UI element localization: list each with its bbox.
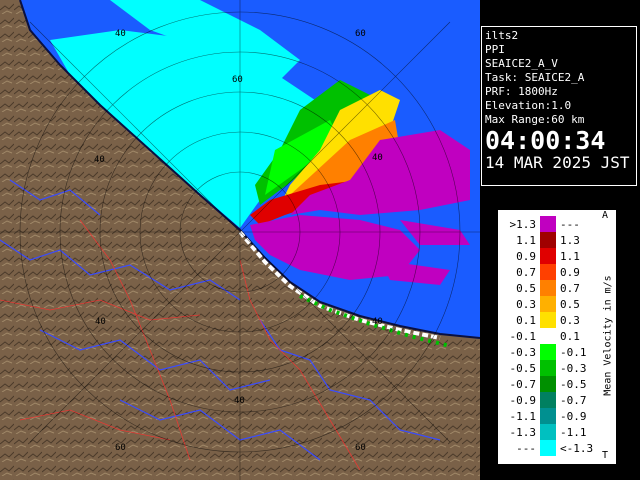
legend-row-high: -0.7 [560, 394, 587, 407]
legend-row-low: -0.5 [509, 362, 537, 375]
legend-swatch [540, 248, 556, 264]
legend-row-low: -0.9 [509, 394, 537, 407]
ring-label: 40 [94, 155, 105, 165]
legend-swatch [540, 408, 556, 424]
legend-row-high: <-1.3 [560, 442, 594, 455]
legend-row-high: 0.5 [560, 298, 580, 311]
legend-row-high: 0.9 [560, 266, 580, 279]
legend-row-low: 0.1 [516, 314, 536, 327]
legend-row-low: -0.1 [509, 330, 537, 343]
legend-row-high: 0.7 [560, 282, 580, 295]
legend-swatch [540, 392, 556, 408]
site-name: ilts2 [485, 29, 519, 42]
ring-label: 40 [234, 396, 245, 406]
legend-row-high: 1.1 [560, 250, 580, 263]
legend-row-high: -1.1 [560, 426, 587, 439]
legend-row-high: -0.5 [560, 378, 587, 391]
ring-label: 40 [372, 317, 383, 327]
ring-label: 60 [232, 75, 243, 85]
product-name: SEAICE2_A_V [485, 57, 558, 70]
legend-row-low: --- [516, 442, 536, 455]
legend-bottom-marker: T [602, 450, 609, 461]
legend-row-high: 1.3 [560, 234, 580, 247]
legend-row-low: 0.5 [516, 282, 536, 295]
legend-swatch [540, 232, 556, 248]
legend-row-low: -0.7 [509, 378, 537, 391]
ring-label: 40 [372, 153, 383, 163]
legend-row-low: 0.7 [516, 266, 536, 279]
legend-row-high: -0.1 [560, 346, 587, 359]
ring-label: 40 [95, 317, 106, 327]
legend-swatch [540, 424, 556, 440]
ring-label: 60 [355, 443, 366, 453]
elevation-value: Elevation:1.0 [485, 99, 572, 112]
ring-label: 60 [115, 443, 126, 453]
legend-row-high: -0.3 [560, 362, 587, 375]
scan-time: 04:00:34 [485, 126, 606, 155]
legend-swatch [540, 216, 556, 232]
legend-row-low: 0.3 [516, 298, 536, 311]
legend-unit: Mean Velocity in m/s [598, 210, 614, 464]
max-range-value: Max Range:60 km [485, 113, 585, 126]
legend-unit-label: Mean Velocity in m/s [602, 275, 614, 396]
scan-mode: PPI [485, 43, 505, 56]
legend-row-high: --- [560, 218, 580, 231]
legend-row-low: -1.1 [509, 410, 537, 423]
legend-row-high: 0.3 [560, 314, 580, 327]
radar-ppi-map[interactable]: 40 60 60 40 40 40 40 60 40 60 [0, 0, 480, 480]
legend-swatch [540, 440, 556, 456]
legend-row-low: -0.3 [509, 346, 537, 359]
scan-date: 14 MAR 2025 JST [485, 153, 630, 172]
legend-swatch [540, 296, 556, 312]
radar-display: 40 60 60 40 40 40 40 60 40 60 ilts2 PPI … [0, 0, 640, 480]
ring-label: 60 [355, 29, 366, 39]
scan-info-panel: ilts2 PPI SEAICE2_A_V Task: SEAICE2_A PR… [481, 26, 637, 186]
legend-row-low: 0.9 [516, 250, 536, 263]
legend-row-high: -0.9 [560, 410, 587, 423]
prf-value: PRF: 1800Hz [485, 85, 558, 98]
legend-row-low: 1.1 [516, 234, 536, 247]
legend-row-high: 0.1 [560, 330, 580, 343]
legend-swatch [540, 328, 556, 344]
legend-swatch [540, 376, 556, 392]
legend-swatch [540, 344, 556, 360]
legend-row-low: -1.3 [509, 426, 537, 439]
legend-swatch [540, 280, 556, 296]
ring-label: 40 [115, 29, 126, 39]
legend-row-low: >1.3 [509, 218, 537, 231]
legend-swatch [540, 312, 556, 328]
legend-swatch [540, 360, 556, 376]
velocity-legend: >1.3 --- 1.1 1.3 0.9 1.1 0.7 0.9 0.5 0.7 0.3 0.5 0.1… [498, 210, 616, 464]
legend-swatch [540, 264, 556, 280]
task-name: Task: SEAICE2_A [485, 71, 585, 84]
